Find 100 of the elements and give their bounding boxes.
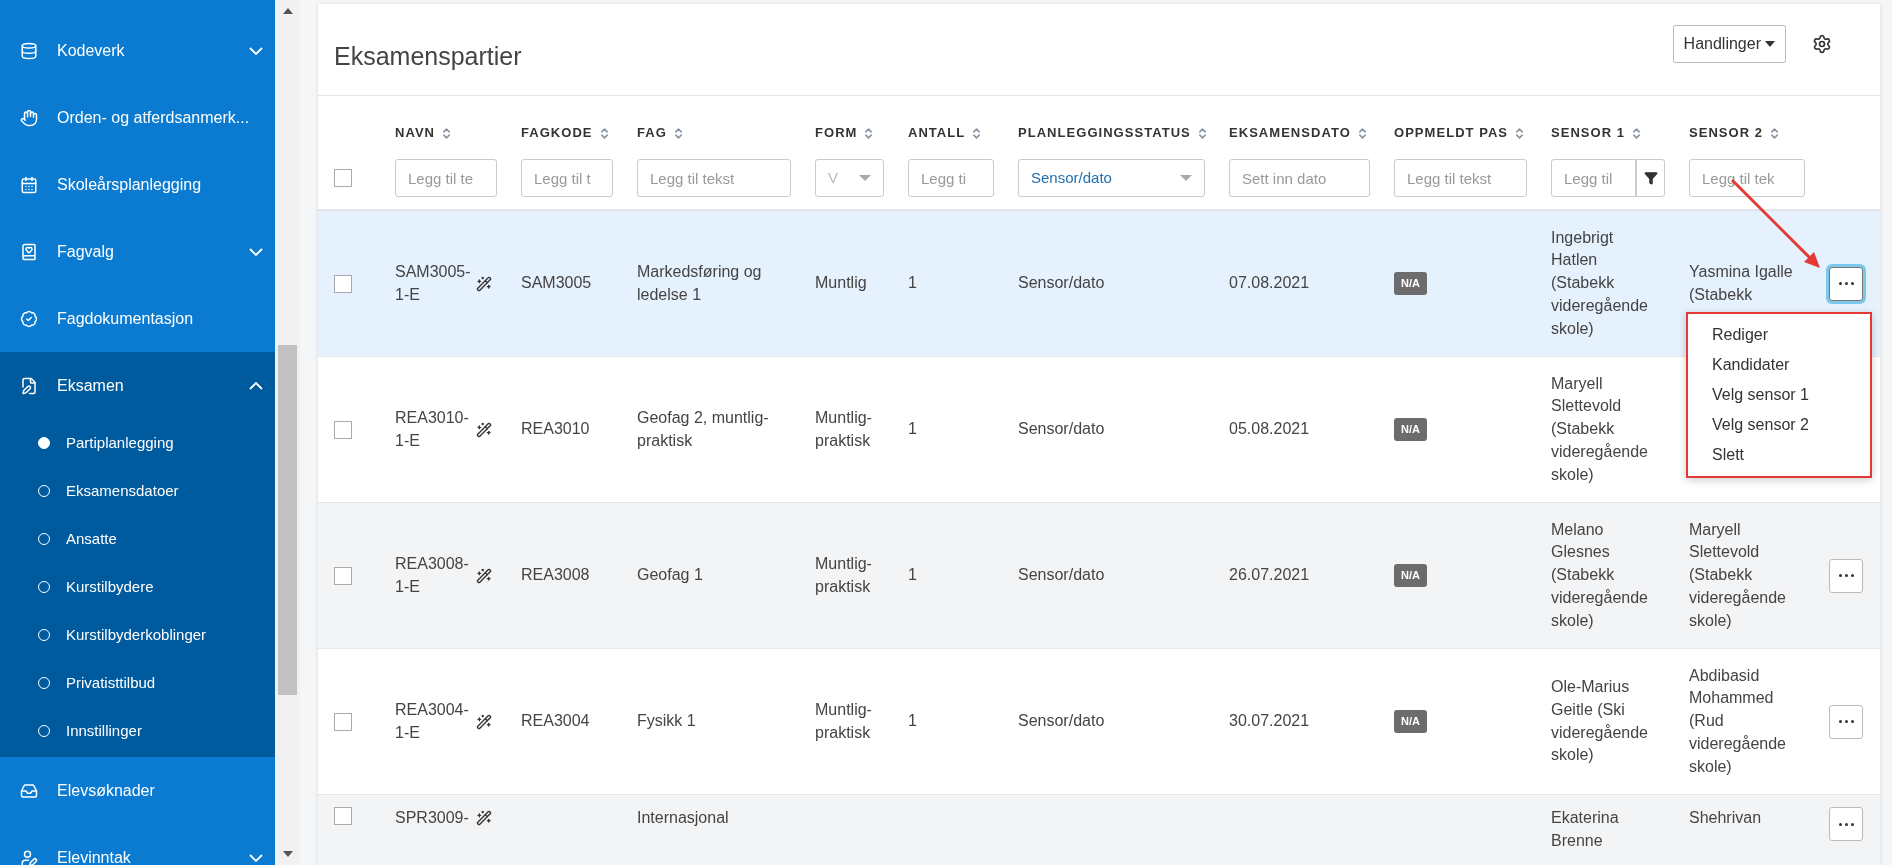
sidebar-subitem[interactable]: Ansatte: [66, 527, 117, 551]
filter-field[interactable]: Legg til tek: [1689, 159, 1805, 197]
scrollbar[interactable]: [275, 0, 300, 865]
row-checkbox[interactable]: [334, 712, 352, 731]
sidebar-item[interactable]: Orden- og atferdsanmerk...: [0, 84, 275, 151]
table-cell-text: SPR3009-: [395, 808, 470, 828]
table-cell-text: REA3008: [521, 565, 590, 586]
table-cell-text: Maryell Slettevold (Stabekk videregående skole): [1551, 373, 1649, 485]
scroll-down-icon[interactable]: [283, 851, 293, 857]
column-header[interactable]: NAVN: [395, 123, 436, 143]
table-cell-text: REA3008-1-E: [395, 553, 470, 597]
table-cell-text: Melano Glesnes (Stabekk videregående skole): [1551, 519, 1649, 631]
menu-item[interactable]: Velg sensor 2: [1688, 409, 1870, 440]
badge-icon: [20, 309, 38, 328]
filter-field[interactable]: Legg til tekst: [1394, 159, 1527, 197]
sidebar-subitem[interactable]: Partiplanlegging: [66, 431, 174, 455]
sidebar-item[interactable]: Skoleårsplanlegging: [0, 151, 275, 218]
table-cell-text: Muntlig: [815, 273, 868, 294]
row-checkbox[interactable]: [334, 420, 352, 439]
settings-icon[interactable]: [1812, 33, 1832, 54]
magic-wand-icon[interactable]: [476, 713, 492, 730]
magic-wand-icon[interactable]: [476, 421, 492, 438]
sidebar-item[interactable]: Fagvalg: [0, 218, 275, 285]
scroll-thumb[interactable]: [278, 345, 297, 695]
column-header[interactable]: OPPMELDT PAS: [1394, 123, 1509, 143]
menu-item[interactable]: Slett: [1688, 439, 1870, 470]
sidebar-item[interactable]: Elevsøknader: [0, 757, 275, 824]
user-pen-icon: [20, 848, 38, 865]
chevron-down-icon: [249, 46, 263, 55]
column-header[interactable]: FAG: [637, 123, 667, 143]
sidebar-subitem[interactable]: Eksamensdatoer: [66, 479, 179, 503]
sidebar-item[interactable]: Kodeverk: [0, 17, 275, 84]
calendar-icon: [20, 175, 38, 194]
magic-wand-icon[interactable]: [476, 275, 492, 292]
sidebar-subitem[interactable]: Kurstilbydere: [66, 575, 154, 599]
table-cell-text: Internasjonal: [637, 808, 730, 828]
table-cell-text: Sensor/dato: [1018, 419, 1105, 440]
table-cell-text: 1: [908, 273, 917, 294]
row-checkbox[interactable]: [334, 566, 352, 585]
table-cell-text: 07.08.2021: [1229, 273, 1310, 294]
chevron-up-icon: [249, 381, 263, 390]
more-icon: [1838, 720, 1854, 723]
more-icon: [1838, 822, 1854, 826]
more-button[interactable]: [1829, 807, 1863, 841]
magic-wand-icon[interactable]: [476, 567, 492, 584]
table-cell-text: 30.07.2021: [1229, 711, 1310, 732]
hand-icon: [20, 108, 38, 127]
filter-field[interactable]: Legg til t: [521, 159, 613, 197]
caret-icon: [859, 175, 871, 181]
table-row[interactable]: REA3008-1-E REA3008 Geofag 1 Muntlig-praktisk 1 Sensor/dato 26.07.2021 N/A Melano Glesnes (Stabekk videregående skole) Maryell Slettevold (Stabekk videregående skole): [318, 503, 1880, 649]
sidebar-subitem[interactable]: Kurstilbyderkoblinger: [66, 623, 207, 647]
column-header[interactable]: SENSOR 1: [1551, 123, 1626, 143]
table-cell-text: 05.08.2021: [1229, 419, 1310, 440]
actions-dropdown-button[interactable]: Handlinger: [1672, 24, 1786, 63]
file-pen-icon: [20, 376, 38, 395]
select-all-checkbox[interactable]: [334, 169, 352, 187]
table-cell-text: 1: [908, 565, 917, 586]
chevron-down-icon: [249, 853, 263, 862]
sidebar-item[interactable]: Elevinntak: [0, 824, 275, 865]
table-row[interactable]: REA3004-1-E REA3004 Fysikk 1 Muntlig-praktisk 1 Sensor/dato 30.07.2021 N/A Ole-Marius Geitle (Ski videregående skole) Abdibasid Mohammed (Rud videregående skole): [318, 649, 1880, 795]
filter-field[interactable]: Legg til te: [395, 159, 497, 197]
table-cell-text: Geofag 2, muntlig-praktisk: [637, 407, 770, 451]
table-cell-text: Markedsføring og ledelse 1: [637, 261, 763, 305]
row-checkbox[interactable]: [334, 274, 352, 293]
filter-button[interactable]: [1636, 159, 1665, 197]
scroll-up-icon[interactable]: [283, 8, 293, 14]
table-cell-text: Muntlig-praktisk: [815, 553, 873, 597]
more-button[interactable]: [1829, 558, 1863, 593]
more-button[interactable]: [1829, 704, 1863, 739]
table-cell-text: Muntlig-praktisk: [815, 407, 873, 451]
menu-item[interactable]: Velg sensor 1: [1688, 379, 1870, 410]
filter-field[interactable]: Legg til tekst: [637, 159, 791, 197]
row-checkbox[interactable]: [334, 807, 352, 825]
table-cell-text: Fysikk 1: [637, 711, 697, 732]
table-cell-text: Sensor/dato: [1018, 711, 1105, 732]
filter-field[interactable]: Legg ti: [908, 159, 994, 197]
column-header[interactable]: EKSAMENSDATO: [1229, 123, 1351, 143]
status-badge: N/A: [1394, 418, 1427, 441]
column-header[interactable]: PLANLEGGINGSSTATUS: [1018, 123, 1191, 143]
column-header[interactable]: FORM: [815, 123, 858, 143]
sidebar-subitem[interactable]: Privatisttilbud: [66, 671, 156, 695]
filter-field[interactable]: Sett inn dato: [1229, 159, 1370, 197]
sidebar-item[interactable]: Fagdokumentasjon: [0, 285, 275, 352]
sidebar-item[interactable]: Eksamen: [0, 352, 275, 419]
menu-item[interactable]: Rediger: [1688, 319, 1870, 350]
table-row[interactable]: SPR3009- Internasjonal Ekaterina Brenne Shehrivan: [318, 795, 1880, 865]
filter-select[interactable]: Sensor/dato: [1018, 159, 1205, 197]
inbox-icon: [20, 781, 38, 800]
column-header[interactable]: SENSOR 2: [1689, 123, 1764, 143]
caret-icon: [1180, 175, 1192, 181]
status-badge: N/A: [1394, 564, 1427, 587]
filter-field[interactable]: Legg til: [1551, 159, 1636, 197]
magic-wand-icon[interactable]: [476, 810, 492, 827]
status-badge: N/A: [1394, 710, 1427, 733]
table-cell-text: Ekaterina Brenne: [1551, 808, 1620, 851]
more-button[interactable]: [1829, 266, 1863, 301]
database-icon: [20, 41, 38, 60]
column-header[interactable]: FAGKODE: [521, 123, 593, 143]
column-header[interactable]: ANTALL: [908, 123, 966, 143]
sidebar-subitem[interactable]: Innstillinger: [66, 719, 142, 743]
